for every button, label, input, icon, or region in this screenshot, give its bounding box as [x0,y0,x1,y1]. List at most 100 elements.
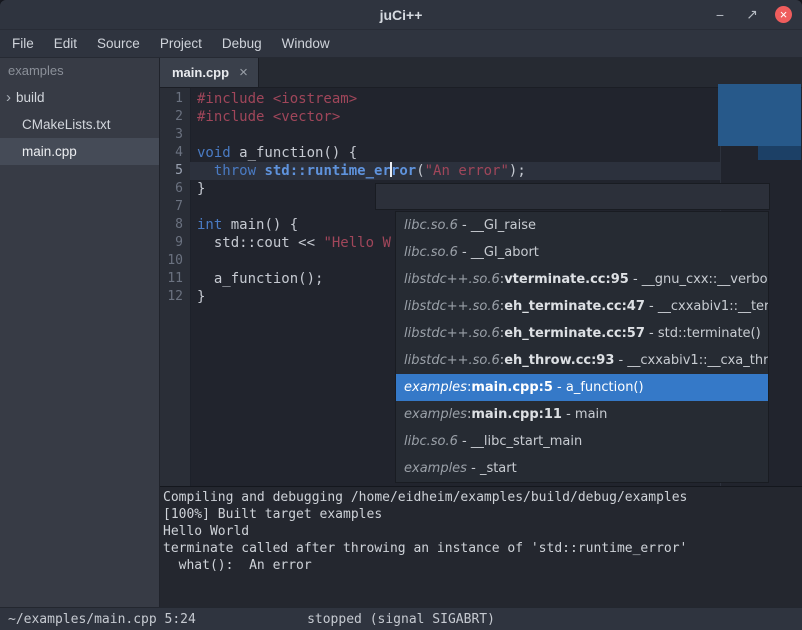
code-line-4[interactable]: 4void a_function() { [160,144,802,162]
code-text: throw std::runtime_error("An error"); [190,162,721,180]
tab-main-cpp[interactable]: main.cpp × [160,58,259,87]
menu-item-debug[interactable]: Debug [212,30,272,58]
line-number: 9 [160,234,190,252]
folder-label: build [16,90,45,105]
frame-library: libstdc++.so.6 [404,326,500,341]
frame-symbol: a_function() [566,380,644,395]
frame-symbol: __cxxabiv1::__term [658,299,768,314]
code-text: #include <iostream> [190,90,357,108]
sidebar: examples ›buildCMakeLists.txtmain.cpp [0,58,160,607]
menu-bar: FileEditSourceProjectDebugWindow [0,30,802,58]
tab-bar: main.cpp × [160,58,802,88]
code-text: std::cout << "Hello W [190,234,391,252]
menu-item-project[interactable]: Project [150,30,212,58]
line-number: 11 [160,270,190,288]
line-number: 3 [160,126,190,144]
menu-item-window[interactable]: Window [272,30,340,58]
frame-symbol: __gnu_cxx::__verbos [642,272,768,287]
frame-location: eh_terminate.cc:57 [504,326,645,341]
terminal-output[interactable]: Compiling and debugging /home/eidheim/ex… [160,486,802,607]
code-line-2[interactable]: 2#include <vector> [160,108,802,126]
code-line-1[interactable]: 1#include <iostream> [160,90,802,108]
restore-icon[interactable]: ↗ [743,6,761,24]
backtrace-row[interactable]: libstdc++.so.6:eh_terminate.cc:57 - std:… [396,320,768,347]
frame-location: eh_terminate.cc:47 [504,299,645,314]
backtrace-row[interactable]: examples:main.cpp:11 - main [396,401,768,428]
line-number: 2 [160,108,190,126]
frame-separator: - [562,407,575,422]
frame-symbol: __cxxabiv1::__cxa_thro [627,353,768,368]
frame-location: main.cpp:11 [471,407,562,422]
frame-separator: - [645,326,658,341]
minimize-icon[interactable]: − [711,6,729,24]
title-bar: juCi++ − ↗ × [0,0,802,30]
backtrace-row[interactable]: libc.so.6 - __libc_start_main [396,428,768,455]
terminal-line: Compiling and debugging /home/eidheim/ex… [163,489,799,506]
editor-pane: main.cpp × 1#include <iostream>2#include … [160,58,802,607]
sidebar-item-main-cpp[interactable]: main.cpp [0,138,159,165]
code-text: } [190,288,205,306]
code-text: } [190,180,205,198]
code-text [190,198,197,216]
backtrace-row[interactable]: examples - _start [396,455,768,482]
code-text: int main() { [190,216,298,234]
backtrace-popup: libc.so.6 - __GI_raiselibc.so.6 - __GI_a… [395,211,769,483]
frame-library: libstdc++.so.6 [404,353,500,368]
frame-separator: - [614,353,627,368]
overlay-box [718,84,801,146]
frame-library: libstdc++.so.6 [404,299,500,314]
terminal-line: [100%] Built target examples [163,506,799,523]
backtrace-row[interactable]: examples:main.cpp:5 - a_function() [396,374,768,401]
tab-close-icon[interactable]: × [239,64,248,81]
file-tree: › build CMakeLists.txt main.cpp [0,84,159,165]
line-number: 4 [160,144,190,162]
frame-symbol: __GI_abort [471,245,539,260]
frame-library: libc.so.6 [404,434,458,449]
frame-location: vterminate.cc:95 [504,272,629,287]
line-number: 12 [160,288,190,306]
overlay-box-dark [758,146,801,160]
line-number: 5 [160,162,190,180]
menu-item-edit[interactable]: Edit [44,30,87,58]
file-label: main.cpp [22,144,77,159]
backtrace-row[interactable]: libc.so.6 - __GI_raise [396,212,768,239]
terminal-line: terminate called after throwing an insta… [163,540,799,557]
file-label: CMakeLists.txt [22,117,111,132]
frame-separator: - [629,272,642,287]
backtrace-row[interactable]: libstdc++.so.6:eh_throw.cc:93 - __cxxabi… [396,347,768,374]
window-title: juCi++ [380,7,423,23]
frame-library: examples [404,380,467,395]
frame-symbol: __libc_start_main [471,434,582,449]
backtrace-row[interactable]: libc.so.6 - __GI_abort [396,239,768,266]
code-text: void a_function() { [190,144,357,162]
code-line-5[interactable]: 5 throw std::runtime_error("An error"); [160,162,802,180]
tab-label: main.cpp [172,65,229,80]
code-text: a_function(); [190,270,323,288]
backtrace-row[interactable]: libstdc++.so.6:eh_terminate.cc:47 - __cx… [396,293,768,320]
code-line-3[interactable]: 3 [160,126,802,144]
window-controls: − ↗ × [711,0,792,29]
code-text: #include <vector> [190,108,340,126]
main-area: examples › build CMakeLists.txt main.cpp ma… [0,58,802,607]
close-icon[interactable]: × [775,6,792,23]
line-number: 6 [160,180,190,198]
app-window: juCi++ − ↗ × FileEditSourceProjectDebugW… [0,0,802,630]
terminal-line: Hello World [163,523,799,540]
status-file-position: ~/examples/main.cpp 5:24 [8,612,196,627]
frame-library: libc.so.6 [404,245,458,260]
frame-separator: - [458,434,471,449]
frame-separator: - [645,299,658,314]
chevron-right-icon[interactable]: › [6,90,11,105]
frame-location: eh_throw.cc:93 [504,353,614,368]
menu-item-source[interactable]: Source [87,30,150,58]
frame-separator: - [458,218,471,233]
sidebar-item-build[interactable]: › build [0,84,159,111]
line-number: 10 [160,252,190,270]
status-bar: ~/examples/main.cpp 5:24 stopped (signal… [0,607,802,630]
frame-library: examples [404,407,467,422]
frame-symbol: main [575,407,607,422]
backtrace-row[interactable]: libstdc++.so.6:vterminate.cc:95 - __gnu_… [396,266,768,293]
sidebar-item-cmakelists-txt[interactable]: CMakeLists.txt [0,111,159,138]
frame-separator: - [467,461,480,476]
menu-item-file[interactable]: File [2,30,44,58]
